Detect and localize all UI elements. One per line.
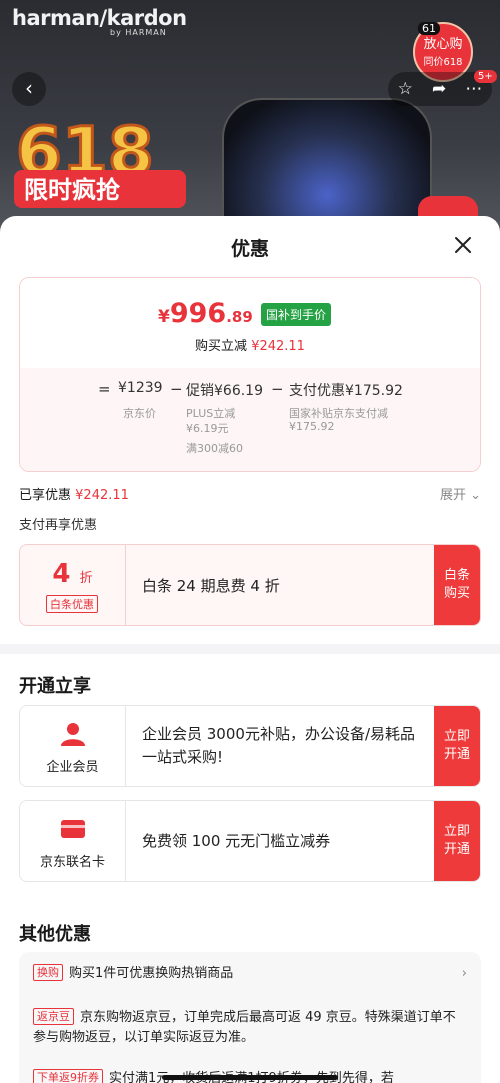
pay-discount: 支付优惠¥175.92 xyxy=(289,383,403,399)
message-badge: 5+ xyxy=(474,70,497,83)
close-icon[interactable] xyxy=(450,232,476,258)
price-breakdown-card: ¥996.89 国补到手价 购买立减 ¥242.11 = ¥1239 京东价 −… xyxy=(19,277,481,472)
enjoyed-discount-row: 已享优惠 ¥242.11 展开 ⌄ xyxy=(19,484,481,504)
offer-text: 购买1件可优惠换购热销商品 xyxy=(69,966,234,981)
jd-price-label: 京东价 xyxy=(123,407,156,420)
equals-sign: = xyxy=(98,380,111,398)
cart-count-badge: 61 xyxy=(418,22,440,35)
offer-tag: 换购 xyxy=(33,964,63,981)
plus-discount-label: PLUS立减 xyxy=(186,407,236,420)
open-section-title: 开通立享 xyxy=(19,676,91,697)
cobrand-card-offer[interactable]: 京东联名卡 免费领 100 元无门槛立减券 立即开通 xyxy=(19,800,481,882)
minus-sign: − xyxy=(271,380,284,398)
list-item[interactable]: 换购 购买1件可优惠换购热销商品 › xyxy=(33,964,467,984)
cobrand-card-box: 京东联名卡 xyxy=(20,801,126,881)
promo-amount: 促销¥66.19 xyxy=(186,383,263,399)
enterprise-member-label: 企业会员 xyxy=(46,760,99,775)
list-item: 返京豆 京东购物返京豆，订单完成后最高可返 49 京豆。特殊渠道订单不参与购物返豆… xyxy=(33,1008,467,1048)
cobrand-card-label: 京东联名卡 xyxy=(39,855,105,870)
other-section-title: 其他优惠 xyxy=(19,924,91,945)
home-indicator[interactable] xyxy=(162,1075,338,1080)
svg-text:限时疯抢: 限时疯抢 xyxy=(24,176,121,204)
final-price: ¥996.89 xyxy=(158,298,253,329)
sheet-title: 优惠 xyxy=(230,238,269,260)
credit-card-icon xyxy=(61,820,85,838)
subsidy-amount: ¥175.92 xyxy=(289,420,335,433)
final-price-area: ¥996.89 国补到手价 购买立减 ¥242.11 xyxy=(20,278,480,368)
cobrand-card-text: 免费领 100 元无门槛立减券 xyxy=(142,831,331,850)
baitiao-offer-card[interactable]: 4 折 白条优惠 白条 24 期息费 4 折 白条购买 xyxy=(19,544,481,626)
offer-text: 京东购物返京豆，订单完成后最高可返 49 京豆。特殊渠道订单不参与购物返豆，以订… xyxy=(33,1010,456,1045)
brand-sub: by HARMAN xyxy=(110,28,167,37)
share-icon[interactable]: ➦ xyxy=(432,79,446,99)
plus-discount-amount: ¥6.19元 xyxy=(186,422,229,435)
star-icon[interactable]: ☆ xyxy=(398,79,413,99)
enterprise-member-text: 企业会员 3000元补贴，办公设备/易耗品一站式采购! xyxy=(142,725,415,766)
minus-sign: − xyxy=(170,380,183,398)
offer-tag: 返京豆 xyxy=(33,1008,74,1025)
instant-discount-line: 购买立减 ¥242.11 xyxy=(195,339,305,354)
sheet-header: 优惠 xyxy=(0,216,500,276)
back-button[interactable]: ‹ xyxy=(12,72,46,106)
offer-tag: 下单返9折券 xyxy=(33,1069,103,1083)
user-icon xyxy=(61,723,85,746)
other-offers-list: 换购 购买1件可优惠换购热销商品 › 返京豆 京东购物返京豆，订单完成后最高可返 4… xyxy=(19,952,481,1083)
chevron-right-icon: › xyxy=(461,966,467,981)
baitiao-discount-box: 4 折 白条优惠 xyxy=(20,545,126,625)
price-formula: = ¥1239 京东价 − 促销¥66.19 PLUS立减 ¥6.19元 满30… xyxy=(20,368,480,471)
chevron-left-icon: ‹ xyxy=(25,76,33,100)
jd-price: ¥1239 xyxy=(118,380,163,396)
baitiao-discount: 4 折 xyxy=(52,559,93,589)
baitiao-offer-text: 白条 24 期息费 4 折 xyxy=(142,577,280,595)
baitiao-tag: 白条优惠 xyxy=(46,595,98,613)
pay-more-label: 支付再享优惠 xyxy=(19,518,98,533)
open-enterprise-button[interactable]: 立即开通 xyxy=(434,706,480,786)
chevron-down-icon: ⌄ xyxy=(470,488,481,503)
enjoyed-amount: ¥242.11 xyxy=(75,488,129,503)
promo-618-banner: 618 限时疯抢 xyxy=(14,112,186,208)
subsidy-price-tag: 国补到手价 xyxy=(261,303,332,326)
threshold-discount: 满300减60 xyxy=(186,442,243,455)
brand-logo: harman/kardon xyxy=(12,6,187,30)
subsidy-label: 国家补贴京东支付减 xyxy=(289,407,388,420)
expand-button[interactable]: 展开 ⌄ xyxy=(440,484,481,503)
enterprise-member-box: 企业会员 xyxy=(20,706,126,786)
discount-sheet: 优惠 ¥996.89 国补到手价 购买立减 ¥242.11 = ¥1239 京东… xyxy=(0,216,500,1083)
open-card-button[interactable]: 立即开通 xyxy=(434,801,480,881)
section-divider xyxy=(0,644,500,654)
enterprise-member-card[interactable]: 企业会员 企业会员 3000元补贴，办公设备/易耗品一站式采购! 立即开通 xyxy=(19,705,481,787)
baitiao-buy-button[interactable]: 白条购买 xyxy=(434,545,480,625)
